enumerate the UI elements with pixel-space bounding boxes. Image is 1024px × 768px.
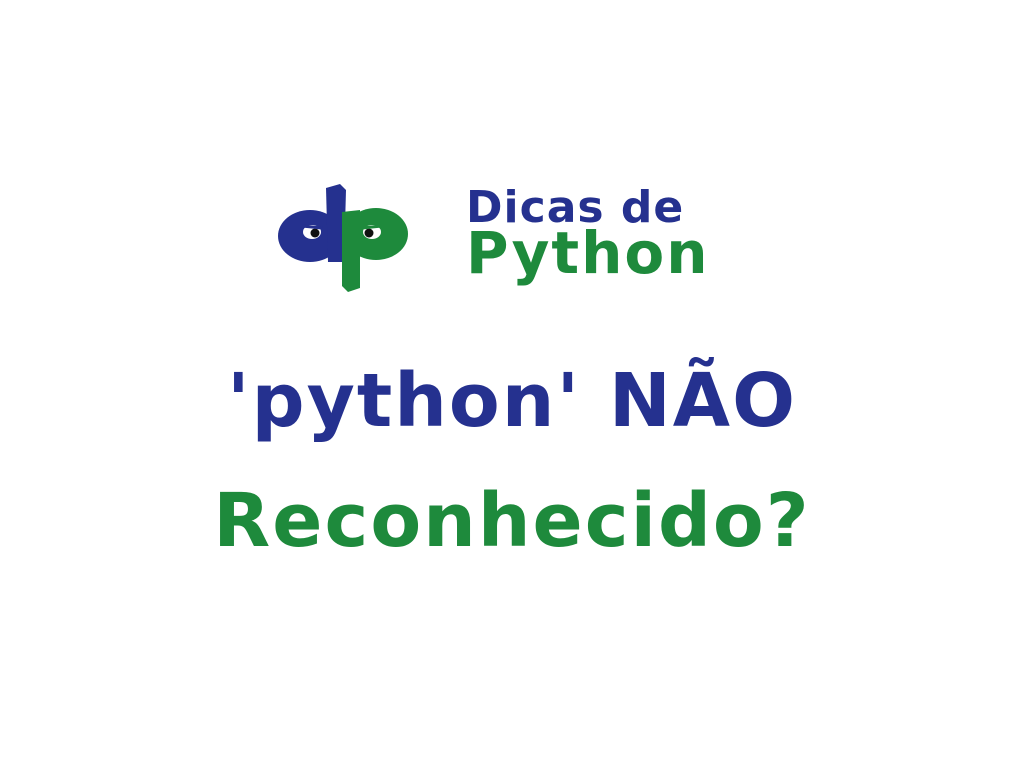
dp-logo-icon <box>278 184 408 292</box>
headline-line-1: 'python' NÃO <box>227 358 797 444</box>
logo-d-letter <box>278 184 346 262</box>
brand-line-python: Python <box>466 219 710 287</box>
logo-p-letter <box>342 208 408 292</box>
brand-wordmark: Dicas de Python <box>466 186 756 296</box>
page: Dicas de Python 'python' NÃO Reconhecido… <box>0 0 1024 768</box>
headline-line-2: Reconhecido? <box>213 478 811 564</box>
